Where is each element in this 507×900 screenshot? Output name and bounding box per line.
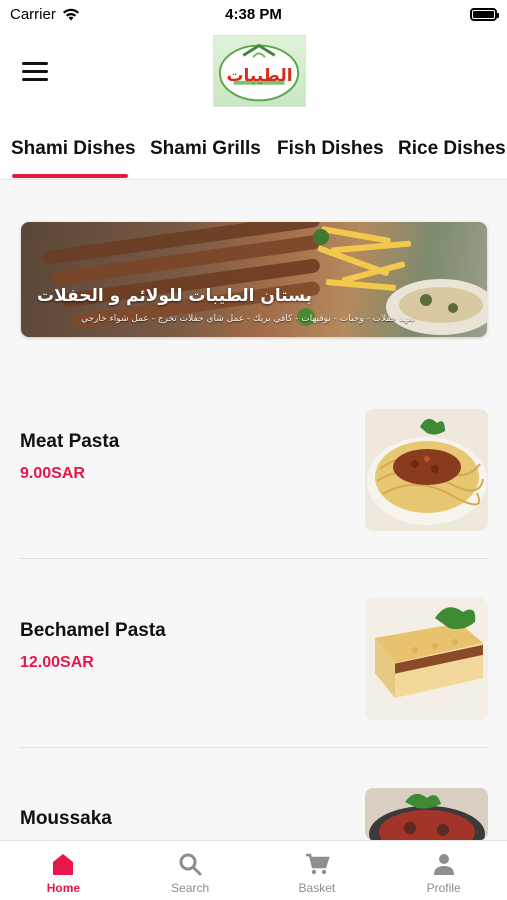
app-header: الطيبات [0, 28, 507, 116]
item-divider [20, 747, 488, 748]
banner-subtitle: تعهد حفلات - وجبات - بوفيهات - كافي بريك… [81, 314, 416, 324]
status-bar: Carrier 4:38 PM [0, 0, 507, 28]
status-left: Carrier [10, 6, 80, 23]
banner-title: بستان الطيبات للولائم و الحفلات [37, 286, 312, 306]
carrier-label: Carrier [10, 5, 56, 23]
tab-rice-dishes[interactable]: Rice Dishes [398, 138, 506, 160]
tab-shami-dishes[interactable]: Shami Dishes [11, 138, 136, 160]
promo-banner[interactable]: بستان الطيبات للولائم و الحفلات تعهد حفل… [21, 222, 487, 337]
bechamel-pasta-photo[interactable] [365, 598, 488, 720]
nav-home[interactable]: Home [0, 841, 127, 900]
person-icon [431, 851, 457, 877]
nav-basket-label: Basket [298, 881, 336, 895]
bottom-navigation: Home Search Basket Profile [0, 840, 507, 900]
menu-item[interactable]: Meat Pasta 9.00SAR [20, 409, 488, 531]
item-divider [20, 558, 488, 559]
nav-home-label: Home [46, 881, 81, 895]
active-tab-indicator [12, 174, 128, 178]
tab-shami-grills[interactable]: Shami Grills [150, 138, 261, 160]
battery-icon [470, 7, 499, 21]
logo-text: الطيبات [226, 66, 293, 86]
menu-item-name: Bechamel Pasta [20, 620, 166, 641]
menu-item[interactable]: Bechamel Pasta 12.00SAR [20, 598, 488, 720]
search-icon [177, 851, 203, 877]
menu-item-price: 12.00SAR [20, 654, 94, 671]
nav-search[interactable]: Search [127, 841, 254, 900]
home-icon [50, 851, 76, 877]
menu-item-name: Meat Pasta [20, 431, 120, 452]
nav-search-label: Search [171, 881, 210, 895]
wifi-icon [62, 8, 79, 20]
nav-profile-label: Profile [426, 881, 461, 895]
nav-profile[interactable]: Profile [380, 841, 507, 900]
moussaka-photo[interactable] [365, 788, 488, 840]
hamburger-menu-icon[interactable] [22, 62, 48, 82]
tab-fish-dishes[interactable]: Fish Dishes [277, 138, 384, 160]
menu-item-name: Moussaka [20, 808, 112, 829]
nav-basket[interactable]: Basket [254, 841, 381, 900]
cart-icon [304, 851, 330, 877]
meat-pasta-photo[interactable] [365, 409, 488, 531]
menu-item-price: 9.00SAR [20, 465, 85, 482]
category-tabs: Shami Dishes Shami Grills Fish Dishes Ri… [0, 116, 507, 180]
